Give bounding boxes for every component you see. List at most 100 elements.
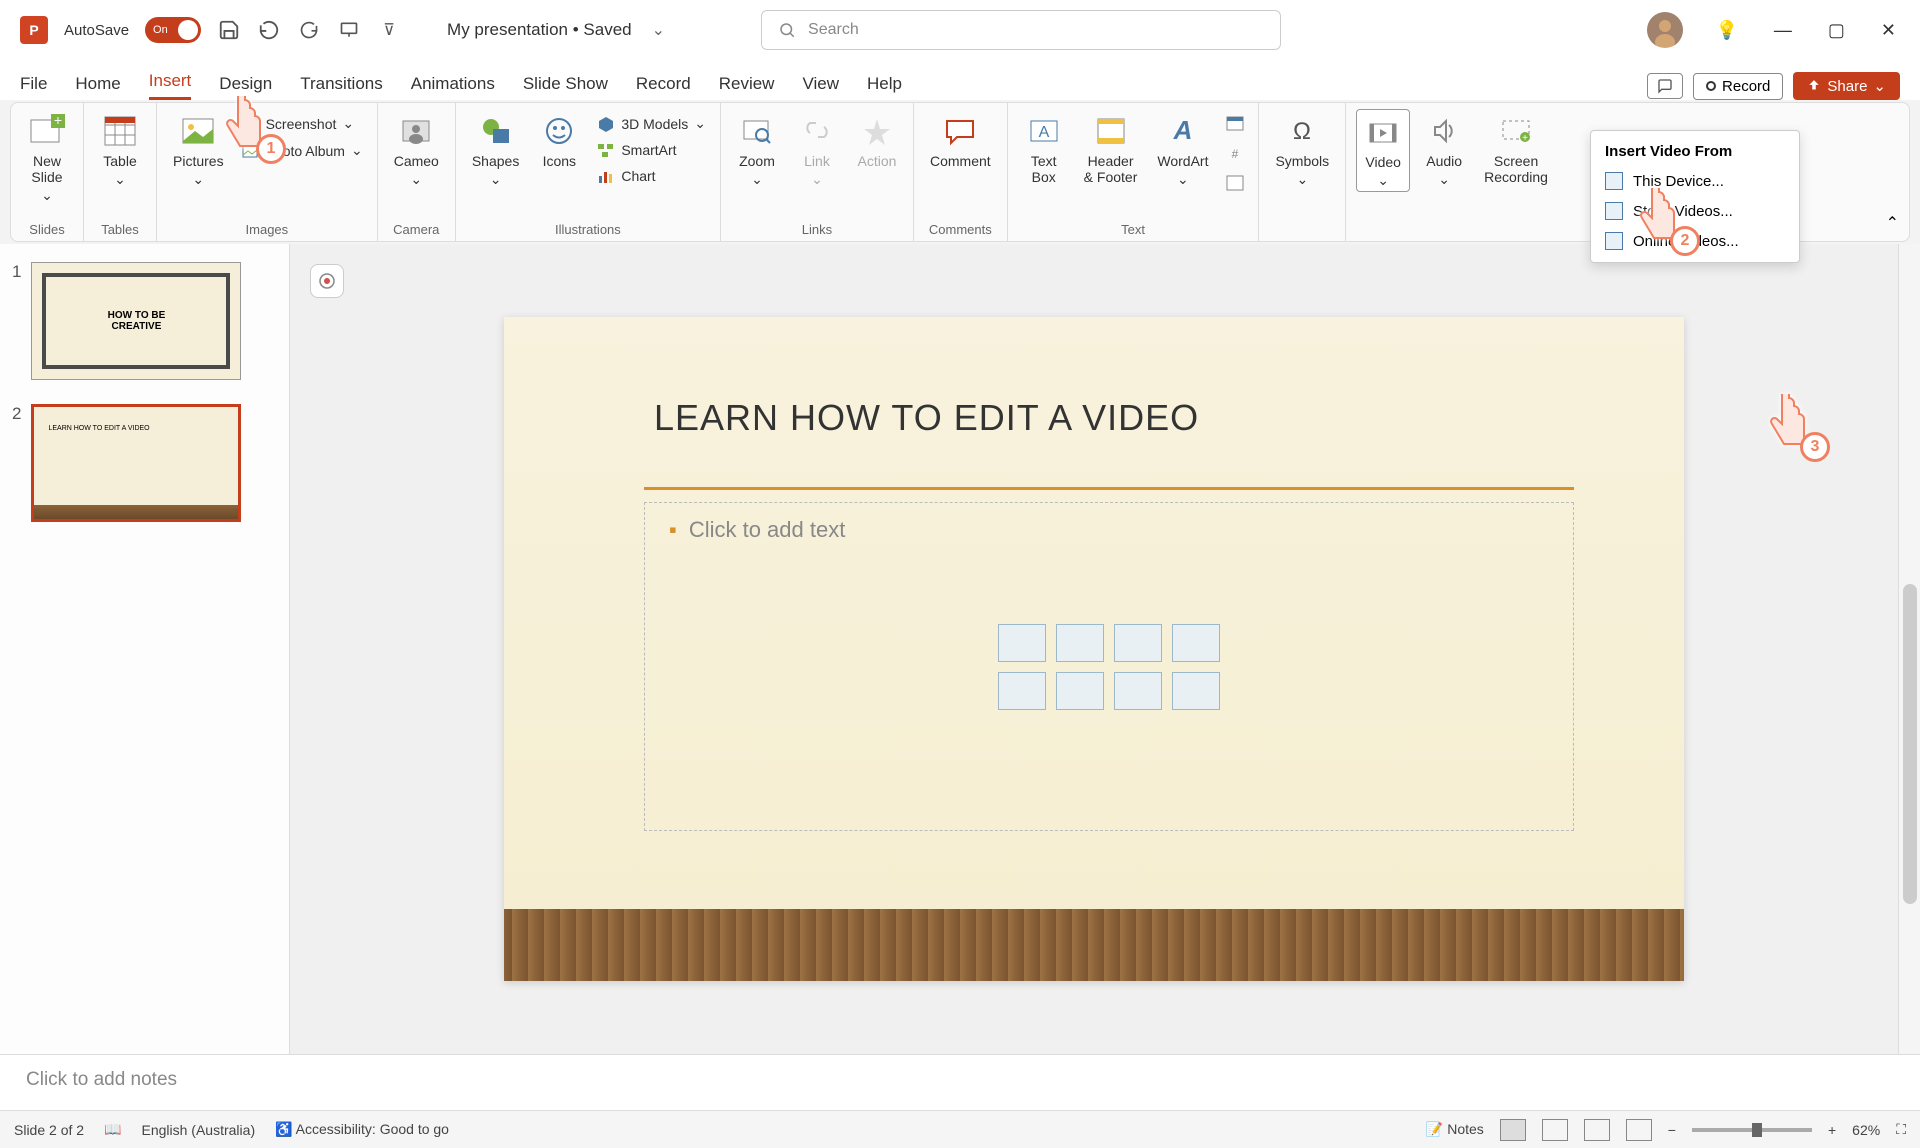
tab-animations[interactable]: Animations	[411, 74, 495, 100]
shapes-button[interactable]: Shapes⌄	[466, 109, 525, 190]
svg-text:#: #	[1232, 147, 1239, 161]
notes-pane[interactable]: Click to add notes	[0, 1054, 1920, 1110]
redo-icon[interactable]	[297, 18, 321, 42]
notes-toggle[interactable]: 📝 Notes	[1426, 1121, 1484, 1138]
minimize-icon[interactable]: —	[1770, 16, 1796, 45]
workspace: 1 HOW TO BE CREATIVE 2 LEARN HOW TO EDIT…	[0, 244, 1920, 1054]
action-icon	[857, 111, 897, 151]
language-indicator[interactable]: English (Australia)	[142, 1122, 256, 1138]
chevron-down-icon[interactable]: ⌄	[652, 20, 665, 40]
audio-icon	[1424, 111, 1464, 151]
comment-button[interactable]: Comment	[924, 109, 997, 171]
insert-chart-icon[interactable]	[1172, 672, 1220, 710]
slides-panel[interactable]: 1 HOW TO BE CREATIVE 2 LEARN HOW TO EDIT…	[0, 244, 290, 1054]
document-title[interactable]: My presentation • Saved	[447, 20, 632, 40]
slide-thumbnail-2[interactable]: LEARN HOW TO EDIT A VIDEO	[31, 404, 241, 522]
header-footer-button[interactable]: Header & Footer	[1078, 109, 1144, 187]
tutorial-pointer-2: 2	[1632, 188, 1682, 248]
tab-record[interactable]: Record	[636, 74, 691, 100]
insert-smartart-icon[interactable]	[1172, 624, 1220, 662]
video-from-device[interactable]: This Device...	[1591, 166, 1799, 196]
table-button[interactable]: Table⌄	[94, 109, 146, 190]
status-bar: Slide 2 of 2 📖 English (Australia) ♿ Acc…	[0, 1110, 1920, 1148]
zoom-slider[interactable]	[1692, 1128, 1812, 1132]
insert-icon-icon[interactable]	[1114, 624, 1162, 662]
record-button[interactable]: Record	[1693, 73, 1783, 100]
maximize-icon[interactable]: ▢	[1824, 16, 1849, 45]
search-icon	[778, 21, 796, 39]
video-button[interactable]: Video⌄	[1356, 109, 1410, 192]
save-icon[interactable]	[217, 18, 241, 42]
autosave-toggle[interactable]: On	[145, 17, 201, 43]
vertical-scrollbar[interactable]	[1898, 244, 1920, 1054]
slideshow-view-icon[interactable]	[1626, 1119, 1652, 1141]
comment-icon	[940, 111, 980, 151]
reading-view-icon[interactable]	[1584, 1119, 1610, 1141]
tab-review[interactable]: Review	[719, 74, 775, 100]
spellcheck-icon[interactable]: 📖	[104, 1121, 121, 1138]
tab-slideshow[interactable]: Slide Show	[523, 74, 608, 100]
tab-help[interactable]: Help	[867, 74, 902, 100]
online-icon	[1605, 232, 1623, 250]
pictures-icon	[178, 111, 218, 151]
symbols-icon: Ω	[1282, 111, 1322, 151]
tab-insert[interactable]: Insert	[149, 71, 192, 100]
cameo-button[interactable]: Cameo⌄	[388, 109, 445, 190]
collapse-ribbon-icon[interactable]: ⌃	[1886, 213, 1899, 233]
icons-button[interactable]: Icons	[533, 109, 585, 171]
wordart-button[interactable]: A WordArt⌄	[1151, 109, 1214, 190]
content-placeholder[interactable]: Click to add text	[644, 502, 1574, 831]
zoom-in-icon[interactable]: +	[1828, 1122, 1836, 1138]
new-slide-button[interactable]: + New Slide⌄	[21, 109, 73, 206]
slide-canvas[interactable]: LEARN HOW TO EDIT A VIDEO Click to add t…	[504, 317, 1684, 981]
symbols-button[interactable]: Ω Symbols⌄	[1269, 109, 1335, 190]
insert-cameo-icon[interactable]	[998, 672, 1046, 710]
insert-stock-image-icon[interactable]	[998, 624, 1046, 662]
slide-thumbnail-1[interactable]: HOW TO BE CREATIVE	[31, 262, 241, 380]
svg-text:A: A	[1173, 115, 1193, 145]
comments-button[interactable]	[1647, 73, 1683, 99]
zoom-button[interactable]: Zoom⌄	[731, 109, 783, 190]
copilot-icon[interactable]	[310, 264, 344, 298]
textbox-button[interactable]: A Text Box	[1018, 109, 1070, 187]
accessibility-indicator[interactable]: ♿ Accessibility: Good to go	[275, 1121, 449, 1138]
insert-table-icon[interactable]	[1114, 672, 1162, 710]
present-icon[interactable]	[337, 18, 361, 42]
insert-picture-icon[interactable]	[1056, 624, 1104, 662]
3d-models-button[interactable]: 3D Models ⌄	[593, 113, 710, 134]
slide-title[interactable]: LEARN HOW TO EDIT A VIDEO	[654, 397, 1199, 439]
undo-icon[interactable]	[257, 18, 281, 42]
object-button[interactable]	[1222, 173, 1248, 193]
placeholder-text[interactable]: Click to add text	[669, 517, 845, 543]
fit-to-window-icon[interactable]: ⛶	[1896, 1121, 1906, 1138]
slide-number-2: 2	[12, 404, 21, 522]
stock-icon	[1605, 202, 1623, 220]
user-avatar[interactable]	[1647, 12, 1683, 48]
close-icon[interactable]: ✕	[1877, 16, 1900, 45]
textbox-icon: A	[1024, 111, 1064, 151]
tab-home[interactable]: Home	[75, 74, 120, 100]
slide-editor[interactable]: LEARN HOW TO EDIT A VIDEO Click to add t…	[290, 244, 1898, 1054]
smartart-button[interactable]: SmartArt	[593, 140, 710, 160]
tab-file[interactable]: File	[20, 74, 47, 100]
qat-more-icon[interactable]: ⊽	[377, 18, 401, 42]
search-input[interactable]: Search	[761, 10, 1281, 50]
video-stock[interactable]: Stock Videos...	[1591, 196, 1799, 226]
normal-view-icon[interactable]	[1500, 1119, 1526, 1141]
insert-video-icon[interactable]	[1056, 672, 1104, 710]
date-time-button[interactable]	[1222, 113, 1248, 133]
audio-button[interactable]: Audio⌄	[1418, 109, 1470, 190]
share-button[interactable]: Share⌄	[1793, 72, 1900, 100]
zoom-out-icon[interactable]: −	[1668, 1122, 1676, 1138]
sorter-view-icon[interactable]	[1542, 1119, 1568, 1141]
tutorial-pointer-3: 3	[1762, 394, 1812, 454]
slide-number-button[interactable]: #	[1222, 143, 1248, 163]
chart-button[interactable]: Chart	[593, 166, 710, 186]
lightbulb-icon[interactable]: 💡	[1711, 16, 1741, 45]
zoom-level[interactable]: 62%	[1852, 1122, 1880, 1138]
slide-indicator[interactable]: Slide 2 of 2	[14, 1122, 84, 1138]
video-icon	[1363, 112, 1403, 152]
tab-view[interactable]: View	[802, 74, 839, 100]
tab-transitions[interactable]: Transitions	[300, 74, 383, 100]
screen-recording-button[interactable]: + Screen Recording	[1478, 109, 1554, 187]
